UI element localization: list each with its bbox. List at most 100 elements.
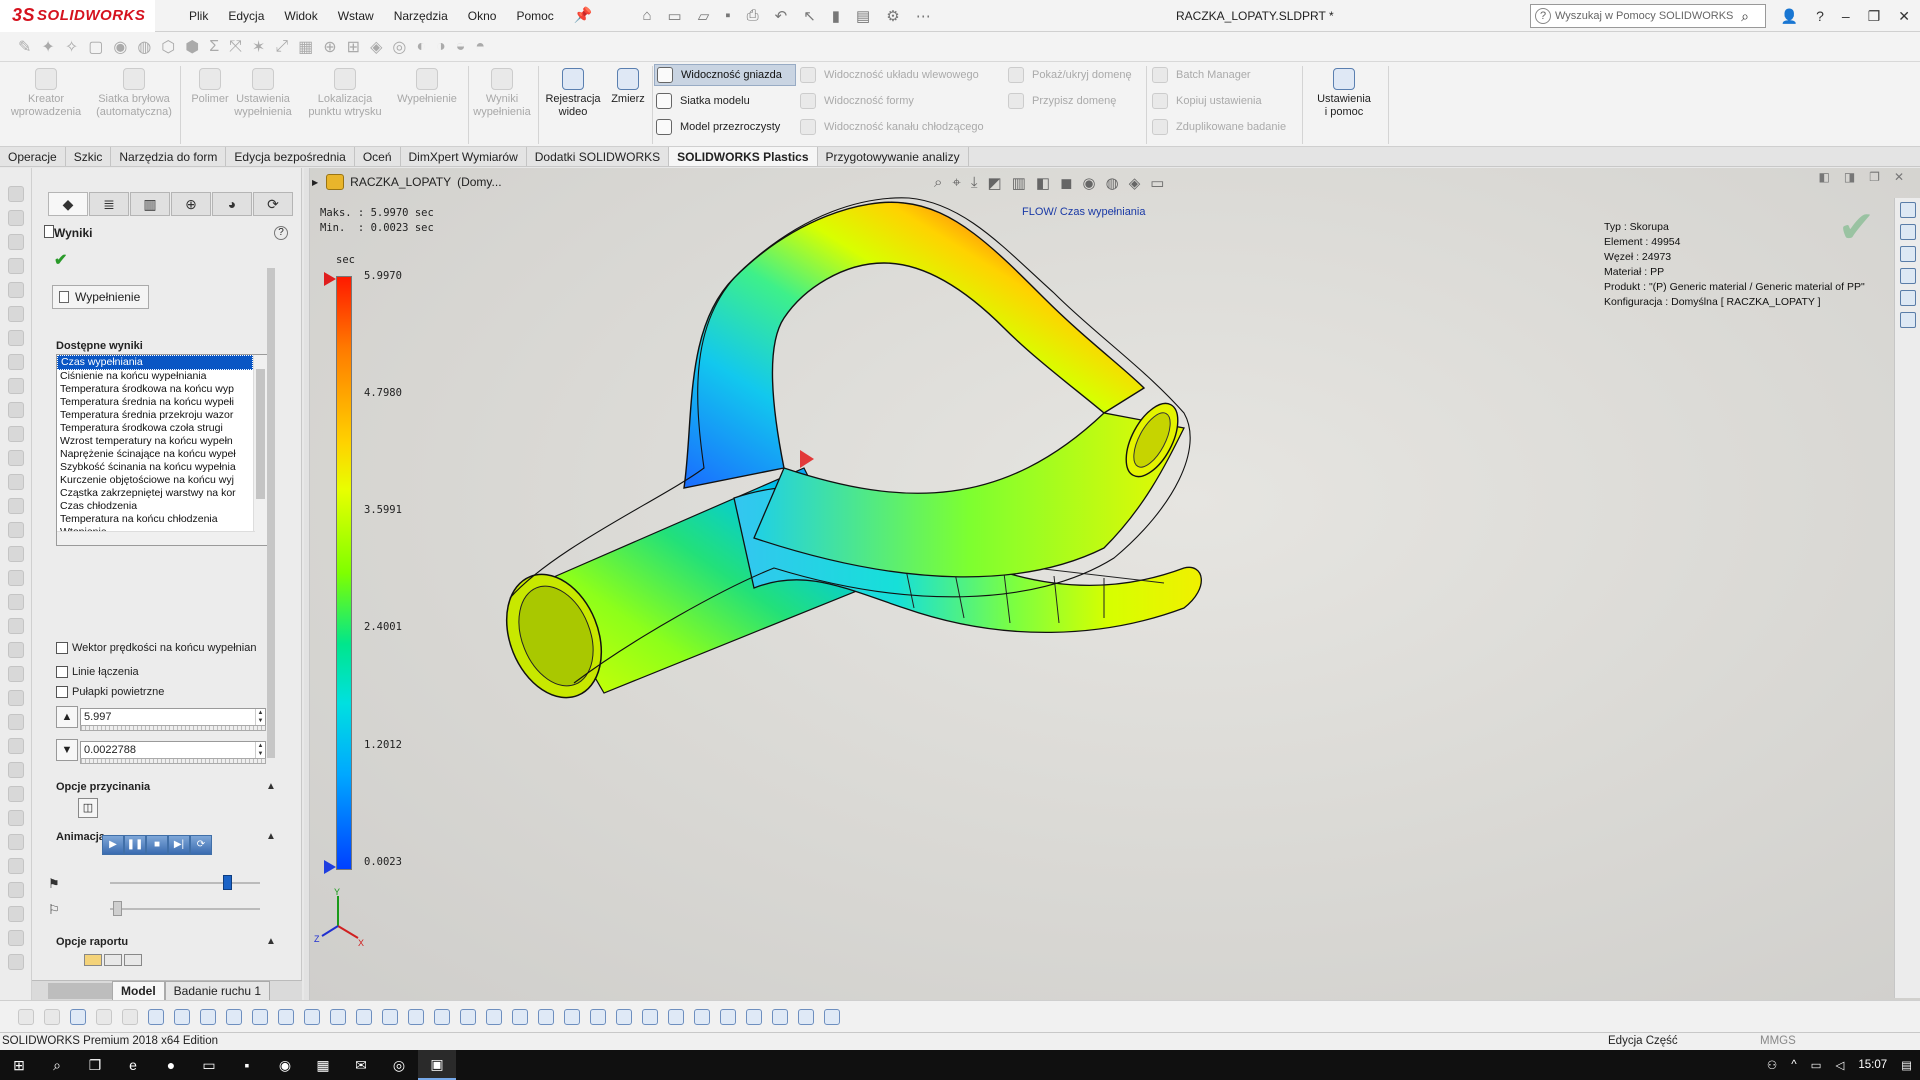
menu-wstaw[interactable]: Wstaw xyxy=(328,0,384,32)
calculator-icon[interactable]: ▦ xyxy=(304,1050,342,1080)
toolbar-tool-icon[interactable]: ◍ xyxy=(137,37,151,57)
user-icon[interactable]: 👤 xyxy=(1781,0,1798,32)
filter-faces-icon[interactable] xyxy=(174,1008,190,1025)
result-list-item[interactable]: Ciśnienie na końcu wypełniania xyxy=(57,370,253,383)
strip-tool-icon[interactable] xyxy=(8,762,24,778)
filter-midpoints-icon[interactable] xyxy=(382,1008,398,1025)
report-image-icon[interactable] xyxy=(84,954,102,966)
design-library-icon[interactable] xyxy=(1900,224,1916,240)
tab-fill-results[interactable]: Wypełnienie xyxy=(52,285,150,309)
filter-vertices-icon[interactable] xyxy=(148,1008,164,1025)
clipping-button[interactable]: ◫ xyxy=(78,798,98,818)
result-list-item[interactable]: Temperatura na końcu chłodzenia xyxy=(57,513,253,526)
play-button[interactable]: ▶ xyxy=(102,835,124,855)
tab-configuration[interactable]: ⊕ xyxy=(171,192,211,216)
tab-plastics-manager[interactable]: ◆ xyxy=(48,192,88,216)
toolbar-tool-icon[interactable]: ◎ xyxy=(392,37,406,57)
filter-planes-icon[interactable] xyxy=(278,1008,294,1025)
slider-knob[interactable] xyxy=(223,875,232,890)
loop-button[interactable]: ⟳ xyxy=(190,835,212,855)
result-list-item[interactable]: Temperatura średnia na końcu wypełi xyxy=(57,396,253,409)
graphics-viewport[interactable]: ▶ RACZKA_LOPATY (Domy... ⌕ ⌖ ⤓ ◩ ▥ ◧ ◼ ◉… xyxy=(304,168,1920,1000)
toolbar-tool-icon[interactable]: ✦ xyxy=(41,37,54,57)
result-list-item[interactable]: Cząstka zakrzepniętej warstwy na kor xyxy=(57,487,253,500)
step-button[interactable]: ▶| xyxy=(168,835,190,855)
file-properties-icon[interactable]: ▤ xyxy=(856,7,870,25)
show-hide-domain-button[interactable]: Pokaż/ukryj domenę xyxy=(1008,64,1132,86)
strip-tool-icon[interactable] xyxy=(8,618,24,634)
strip-tool-icon[interactable] xyxy=(8,498,24,514)
sum-icon[interactable]: Σ xyxy=(209,38,219,56)
copy-settings-button[interactable]: Kopiuj ustawienia xyxy=(1152,90,1262,112)
toolbar-tool-icon[interactable]: ◒ xyxy=(456,38,466,56)
filter-edges-icon[interactable] xyxy=(70,1008,86,1025)
solidworks-taskbar-icon[interactable]: ▣ xyxy=(418,1050,456,1080)
menu-okno[interactable]: Okno xyxy=(458,0,507,32)
network-icon[interactable]: ▭ xyxy=(1811,1058,1822,1072)
file-explorer-icon[interactable]: ▭ xyxy=(190,1050,228,1080)
filter-segments-icon[interactable] xyxy=(356,1008,372,1025)
result-list-item[interactable]: Temperatura środkowa czoła strugi xyxy=(57,422,253,435)
report-export-icon[interactable] xyxy=(124,954,142,966)
filter-connection-icon[interactable] xyxy=(746,1008,762,1025)
ok-checkmark-icon[interactable]: ✔ xyxy=(54,250,67,270)
menu-narzedzia[interactable]: Narzędzia xyxy=(384,0,458,32)
tab-motion-study[interactable]: Badanie ruchu 1 xyxy=(164,980,271,1001)
pin-icon[interactable]: 📌 xyxy=(564,0,603,32)
max-value-icon[interactable]: ▲ xyxy=(56,706,78,728)
max-value-gauge[interactable] xyxy=(80,725,266,731)
strip-tool-icon[interactable] xyxy=(8,906,24,922)
tab-direct-edit[interactable]: Edycja bezpośrednia xyxy=(226,147,355,166)
filter-more-icon[interactable] xyxy=(824,1008,840,1025)
edge-browser-icon[interactable]: e xyxy=(114,1050,152,1080)
assign-domain-button[interactable]: Przypisz domenę xyxy=(1008,90,1116,112)
toolbar-tool-icon[interactable]: ⊞ xyxy=(347,37,360,57)
tab-dimxpert[interactable]: DimXpert Wymiarów xyxy=(401,147,527,166)
tab-addins[interactable]: Dodatki SOLIDWORKS xyxy=(527,147,670,166)
filter-mesh-icon[interactable] xyxy=(720,1008,736,1025)
toolbar-tool-icon[interactable]: ⤧ xyxy=(229,38,242,56)
filter-toggle-icon[interactable] xyxy=(44,1008,60,1025)
tab-szkic[interactable]: Szkic xyxy=(66,147,112,166)
filter-points-icon[interactable] xyxy=(330,1008,346,1025)
mold-visibility-button[interactable]: Widoczność formy xyxy=(800,90,914,112)
save-icon[interactable]: ▪ xyxy=(725,7,730,25)
settings-help-button[interactable]: Ustawienia i pomoc xyxy=(1306,68,1382,119)
filter-solid-icon[interactable] xyxy=(226,1008,242,1025)
toolbar-tool-icon[interactable]: ◉ xyxy=(113,37,127,57)
spotify-icon[interactable]: ◎ xyxy=(380,1050,418,1080)
strip-tool-icon[interactable] xyxy=(8,306,24,322)
search-icon[interactable]: ⌕ xyxy=(38,1050,76,1080)
toolbar-tool-icon[interactable]: ⤢ xyxy=(275,38,288,56)
velocity-vector-checkbox[interactable]: Wektor prędkości na końcu wypełnian xyxy=(56,642,256,654)
strip-tool-icon[interactable] xyxy=(8,810,24,826)
firefox-icon[interactable]: ● xyxy=(152,1050,190,1080)
runner-visibility-button[interactable]: Widoczność układu wlewowego xyxy=(800,64,979,86)
result-list-item[interactable]: Szybkość ścinania na końcu wypełnia xyxy=(57,461,253,474)
weld-lines-checkbox[interactable]: Linie łączenia xyxy=(56,666,139,678)
toolbar-tool-icon[interactable]: ✶ xyxy=(252,37,265,57)
filter-datum-icon[interactable] xyxy=(590,1008,606,1025)
strip-tool-icon[interactable] xyxy=(8,186,24,202)
menu-edycja[interactable]: Edycja xyxy=(218,0,274,32)
strip-tool-icon[interactable] xyxy=(8,210,24,226)
toolbar-tool-icon[interactable]: ◐ xyxy=(416,38,426,56)
filter-misc-icon[interactable] xyxy=(772,1008,788,1025)
solidworks-resources-icon[interactable] xyxy=(1900,202,1916,218)
result-list-item[interactable]: Temperatura średnia przekroju wazor xyxy=(57,409,253,422)
strip-tool-icon[interactable] xyxy=(8,378,24,394)
polymer-button[interactable]: Polimer xyxy=(184,68,236,106)
toolbar-tool-icon[interactable]: ▢ xyxy=(88,37,103,57)
model-mesh-button[interactable]: Siatka modelu xyxy=(656,90,750,112)
tab-plastics[interactable]: SOLIDWORKS Plastics xyxy=(669,147,818,166)
filter-tolerance-icon[interactable] xyxy=(564,1008,580,1025)
filter-axes-icon[interactable] xyxy=(252,1008,268,1025)
strip-tool-icon[interactable] xyxy=(8,474,24,490)
file-explorer-icon[interactable] xyxy=(1900,246,1916,262)
windows-start-icon[interactable]: ⊞ xyxy=(0,1050,38,1080)
strip-tool-icon[interactable] xyxy=(8,666,24,682)
report-query-icon[interactable] xyxy=(104,954,122,966)
strip-tool-icon[interactable] xyxy=(8,426,24,442)
strip-tool-icon[interactable] xyxy=(8,594,24,610)
help-search-input[interactable]: ? Wyszukaj w Pomocy SOLIDWORKS ⌕ xyxy=(1530,4,1766,28)
